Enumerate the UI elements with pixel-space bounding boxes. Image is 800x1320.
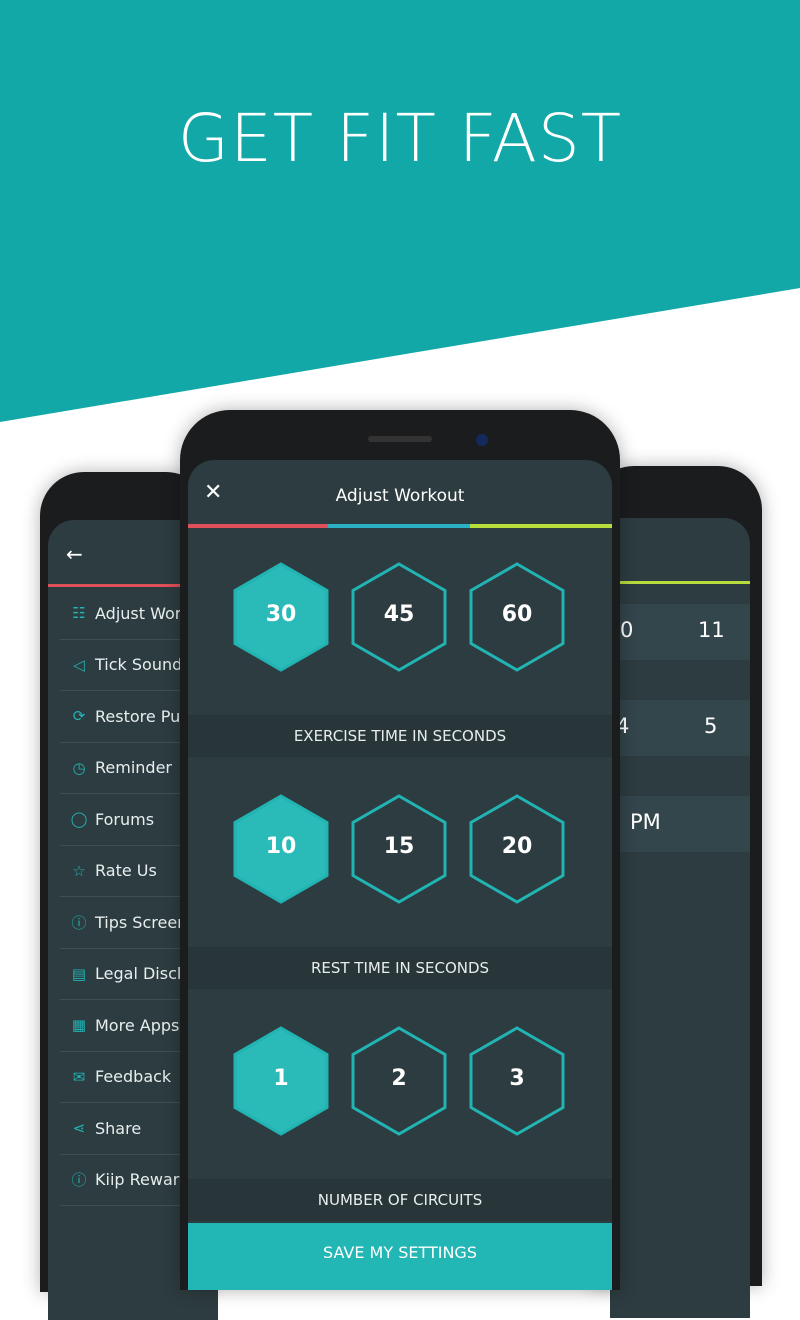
menu-item-label: Legal Discla bbox=[95, 964, 192, 984]
info-icon: ⓘ bbox=[71, 913, 87, 932]
option-value: 3 bbox=[509, 1066, 525, 1091]
hour-value: 11 bbox=[698, 618, 725, 642]
alarm-icon: ◷ bbox=[72, 758, 86, 777]
sliders-icon: ☷ bbox=[72, 604, 86, 623]
reminder-screen: 0 11 45 PM bbox=[610, 518, 750, 1318]
info-icon: ⓘ bbox=[71, 1171, 87, 1190]
hex-option[interactable]: 2 bbox=[351, 1026, 447, 1136]
menu-item-label: Rate Us bbox=[95, 861, 157, 881]
minute-row[interactable]: 45 bbox=[610, 700, 750, 756]
progress-red bbox=[188, 524, 328, 528]
hex-option-selected[interactable]: 30 bbox=[233, 562, 329, 672]
hex-option[interactable]: 3 bbox=[469, 1026, 565, 1136]
teal-banner bbox=[0, 0, 800, 422]
menu-item-label: Share bbox=[95, 1118, 142, 1138]
hex-option-selected[interactable]: 1 bbox=[233, 1026, 329, 1136]
menu-item-label: Tick Sound bbox=[95, 655, 183, 675]
chat-icon: ◯ bbox=[70, 810, 88, 829]
headline: GET FIT FAST bbox=[177, 100, 623, 177]
option-value: 2 bbox=[391, 1066, 407, 1091]
menu-item-label: Kiip Reward bbox=[95, 1170, 190, 1190]
menu-item-label: Forums bbox=[95, 809, 155, 829]
section-label: EXERCISE TIME IN SECONDS bbox=[188, 715, 612, 757]
page-title: Adjust Workout bbox=[335, 486, 465, 506]
menu-item-label: Feedback bbox=[95, 1067, 172, 1087]
hex-option[interactable]: 15 bbox=[351, 794, 447, 904]
header: ✕ Adjust Workout bbox=[188, 460, 612, 526]
menu-item-label: More Apps bbox=[95, 1015, 180, 1035]
option-row: 30 45 60 bbox=[188, 562, 612, 672]
grid-icon: ▦ bbox=[71, 1016, 87, 1035]
camera bbox=[476, 434, 488, 446]
mail-icon: ✉ bbox=[72, 1067, 86, 1086]
lime-divider bbox=[610, 581, 750, 584]
speaker-icon: ◁ bbox=[73, 655, 85, 674]
option-row: 1 2 3 bbox=[188, 1026, 612, 1136]
progress-blue bbox=[328, 524, 470, 528]
option-value: 20 bbox=[501, 834, 533, 859]
option-value: 60 bbox=[501, 602, 533, 627]
hex-option-selected[interactable]: 10 bbox=[233, 794, 329, 904]
option-value: 15 bbox=[383, 834, 415, 859]
section-label: NUMBER OF CIRCUITS bbox=[188, 1179, 612, 1221]
hour-value: 0 bbox=[620, 618, 634, 642]
adjust-workout-screen: ✕ Adjust Workout SAVE MY SETTINGS 30 45 60… bbox=[188, 460, 612, 1290]
progress-lime bbox=[470, 524, 612, 528]
hex-option[interactable]: 45 bbox=[351, 562, 447, 672]
hex-option[interactable]: 60 bbox=[469, 562, 565, 672]
speaker-grille bbox=[368, 436, 432, 442]
hour-row[interactable]: 0 11 bbox=[610, 604, 750, 660]
share-icon: ⋖ bbox=[72, 1119, 86, 1138]
option-value: 10 bbox=[265, 834, 297, 859]
ampm-row[interactable]: PM bbox=[610, 796, 750, 852]
ampm-value: PM bbox=[630, 810, 661, 834]
menu-item-label: Reminder bbox=[95, 758, 172, 778]
star-icon: ☆ bbox=[72, 861, 86, 880]
refresh-icon: ⟳ bbox=[72, 707, 86, 726]
menu-item-label: Adjust Wor bbox=[95, 603, 182, 623]
section-label: REST TIME IN SECONDS bbox=[188, 947, 612, 989]
option-value: 30 bbox=[265, 602, 297, 627]
center-phone: ✕ Adjust Workout SAVE MY SETTINGS 30 45 60… bbox=[180, 410, 620, 1290]
menu-item-label: Tips Screen bbox=[95, 912, 188, 932]
option-value: 45 bbox=[383, 602, 415, 627]
option-row: 10 15 20 bbox=[188, 794, 612, 904]
arrow-left-icon[interactable]: ← bbox=[66, 542, 83, 566]
menu-item-label: Restore Pu bbox=[95, 706, 181, 726]
book-icon: ▤ bbox=[71, 964, 87, 983]
hex-option[interactable]: 20 bbox=[469, 794, 565, 904]
option-value: 1 bbox=[273, 1066, 289, 1091]
minute-value: 5 bbox=[704, 714, 718, 738]
